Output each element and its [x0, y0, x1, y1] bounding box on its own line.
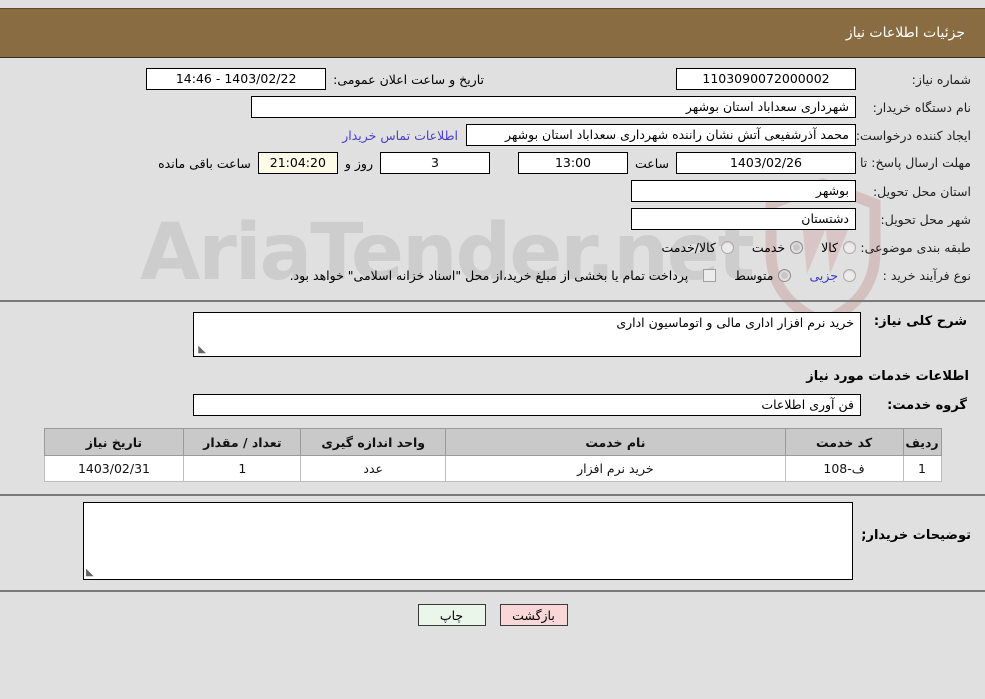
description-label: شرح کلی نیاز: — [873, 314, 967, 329]
page-header: جزئیات اطلاعات نیاز — [0, 8, 985, 58]
city-label: شهر محل تحویل: — [880, 211, 971, 227]
print-button[interactable]: چاپ — [417, 604, 486, 626]
radio-icon[interactable] — [778, 268, 792, 282]
row-service-group: گروه خدمت: فن آوری اطلاعات — [14, 394, 971, 416]
th-date: تاریخ نیاز — [43, 428, 185, 456]
province-field: بوشهر — [631, 180, 856, 202]
row-category: طبقه بندی موضوعی: کالا خدمت کالا/خدمت — [14, 236, 971, 258]
services-section-title: اطلاعات خدمات مورد نیاز — [806, 369, 969, 384]
row-description: شرح کلی نیاز: خرید نرم افزار اداری مالی … — [14, 312, 971, 357]
deadline-hour-field: 13:00 — [517, 152, 628, 174]
process-option-motevaset[interactable]: متوسط — [734, 267, 792, 283]
remarks-label: توضیحات خریدار; — [861, 528, 971, 543]
description-value: خرید نرم افزار اداری مالی و اتوماسیون اد… — [616, 315, 854, 330]
th-row: ردیف — [902, 428, 942, 456]
resize-grip-icon[interactable]: ◣ — [86, 567, 94, 578]
page-title: جزئیات اطلاعات نیاز — [845, 25, 965, 41]
table-row: 1 ف-108 خرید نرم افزار عدد 1 1403/02/31 — [43, 455, 942, 482]
need-number-field: 1103090072000002 — [676, 68, 856, 90]
description-panel: شرح کلی نیاز: خرید نرم افزار اداری مالی … — [0, 302, 985, 496]
category-option-label: کالا/خدمت — [661, 239, 716, 255]
radio-icon[interactable] — [843, 240, 856, 254]
footer-actions: بازگشت چاپ — [0, 592, 985, 626]
announce-datetime-label: تاریخ و ساعت اعلان عمومی: — [333, 71, 484, 87]
resize-grip-icon[interactable]: ◣ — [196, 345, 206, 355]
cell-row: 1 — [902, 455, 942, 482]
cell-date: 1403/02/31 — [43, 455, 185, 482]
process-option-label: جزیی — [809, 267, 838, 283]
cell-code: ف-108 — [784, 455, 904, 482]
creator-label: ایجاد کننده درخواست: — [855, 127, 971, 143]
category-option-label: خدمت — [751, 239, 786, 255]
radio-icon[interactable] — [790, 240, 804, 254]
province-label: استان محل تحویل: — [872, 183, 971, 199]
buyer-org-label: نام دستگاه خریدار: — [872, 99, 971, 115]
back-button[interactable]: بازگشت — [499, 604, 568, 626]
process-option-label: متوسط — [734, 267, 774, 283]
need-info-panel: شماره نیاز: 1103090072000002 تاریخ و ساع… — [0, 58, 985, 302]
cell-unit: عدد — [300, 455, 447, 482]
description-textarea[interactable]: خرید نرم افزار اداری مالی و اتوماسیون اد… — [193, 312, 861, 357]
treasury-checkbox[interactable] — [703, 268, 717, 282]
cell-qty: 1 — [183, 455, 302, 482]
remarks-textarea[interactable]: ◣ — [83, 502, 853, 580]
table-header-row: ردیف کد خدمت نام خدمت واحد اندازه گیری ت… — [43, 428, 942, 456]
services-table: ردیف کد خدمت نام خدمت واحد اندازه گیری ت… — [43, 428, 942, 482]
remarks-panel: توضیحات خریدار; ◣ — [0, 496, 985, 592]
th-qty: تعداد / مقدار — [183, 428, 302, 456]
th-unit: واحد اندازه گیری — [300, 428, 447, 456]
row-process: نوع فرآیند خرید : جزیی متوسط پرداخت تمام… — [14, 264, 971, 286]
row-province: استان محل تحویل: بوشهر — [14, 180, 971, 202]
city-field: دشتستان — [631, 208, 856, 230]
remaining-days-field: 3 — [379, 152, 490, 174]
radio-icon[interactable] — [843, 268, 856, 282]
process-option-jozei[interactable]: جزیی — [809, 268, 856, 283]
category-radio-group: کالا خدمت کالا/خدمت — [643, 240, 856, 255]
treasury-note-label: پرداخت تمام یا بخشی از مبلغ خرید،از محل … — [289, 267, 689, 283]
deadline-label: مهلت ارسال پاسخ: تا تاریخ: — [826, 155, 971, 171]
th-code: کد خدمت — [784, 428, 904, 456]
creator-field: محمد آذرشفیعی آتش نشان راننده شهرداری سع… — [466, 124, 856, 146]
process-radio-group: جزیی متوسط پرداخت تمام یا بخشی از مبلغ خ… — [283, 268, 856, 283]
row-deadline: مهلت ارسال پاسخ: تا تاریخ: 1403/02/26 سا… — [14, 152, 971, 174]
category-label: طبقه بندی موضوعی: — [860, 239, 971, 255]
service-group-field: فن آوری اطلاعات — [193, 394, 861, 416]
category-option-label: کالا — [821, 239, 838, 255]
radio-icon[interactable] — [720, 240, 734, 254]
days-suffix-label: روز و — [344, 155, 373, 171]
buyer-org-field: شهرداری سعداباد استان بوشهر — [251, 96, 856, 118]
row-need-number: شماره نیاز: 1103090072000002 تاریخ و ساع… — [14, 68, 971, 90]
th-name: نام خدمت — [445, 428, 786, 456]
buyer-contact-link[interactable]: اطلاعات تماس خریدار — [334, 128, 466, 143]
remaining-suffix-label: ساعت باقی مانده — [158, 155, 251, 171]
process-label: نوع فرآیند خرید : — [882, 267, 971, 283]
category-option-khedmat[interactable]: خدمت — [751, 239, 804, 255]
cell-name: خرید نرم افزار — [445, 455, 786, 482]
row-creator: ایجاد کننده درخواست: محمد آذرشفیعی آتش ن… — [14, 124, 971, 146]
page-root: جزئیات اطلاعات نیاز شماره نیاز: 11030900… — [0, 8, 985, 626]
remaining-time-field: 21:04:20 — [257, 152, 338, 174]
row-buyer-org: نام دستگاه خریدار: شهرداری سعداباد استان… — [14, 96, 971, 118]
category-option-kala[interactable]: کالا — [821, 240, 856, 255]
row-remarks: توضیحات خریدار; ◣ — [14, 502, 971, 580]
deadline-date-field: 1403/02/26 — [676, 152, 856, 174]
row-city: شهر محل تحویل: دشتستان — [14, 208, 971, 230]
need-number-label: شماره نیاز: — [911, 71, 971, 87]
hour-label: ساعت — [634, 155, 669, 171]
announce-datetime-field: 1403/02/22 - 14:46 — [146, 68, 327, 90]
service-group-label: گروه خدمت: — [887, 397, 967, 413]
category-option-kala-khedmat[interactable]: کالا/خدمت — [661, 239, 734, 255]
